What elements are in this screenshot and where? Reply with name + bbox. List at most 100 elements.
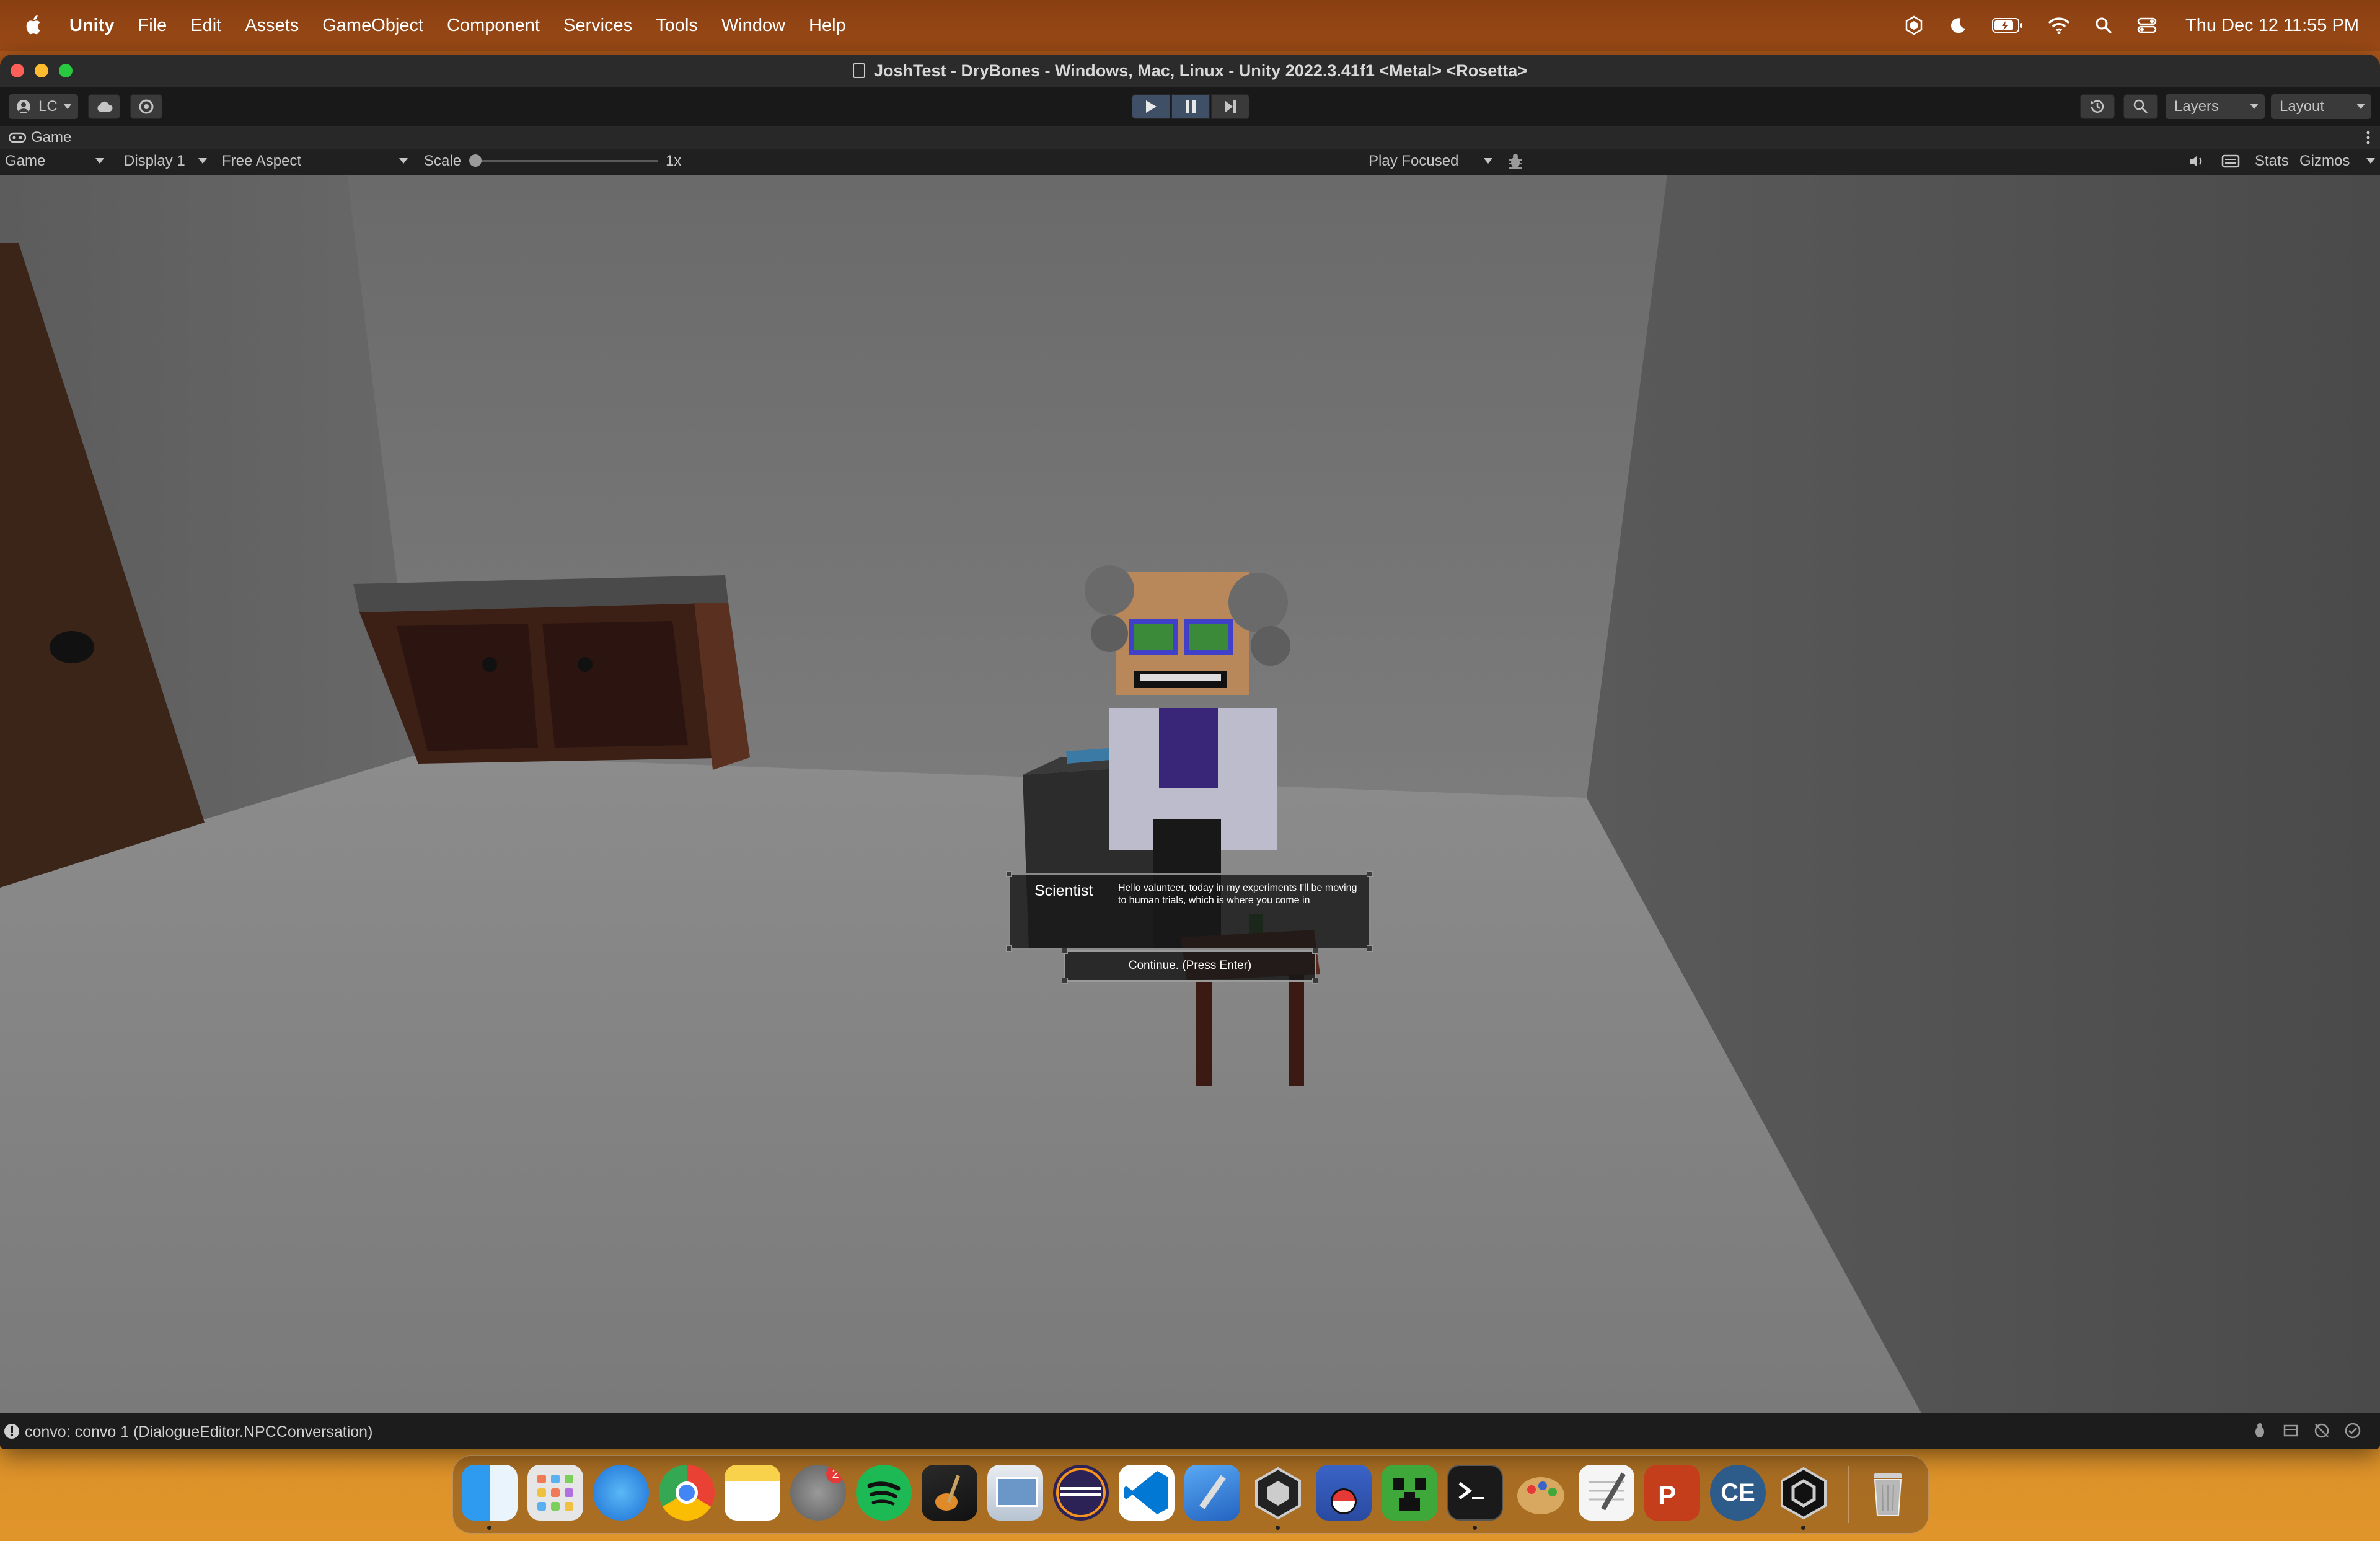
resize-handle[interactable] (1367, 871, 1373, 877)
control-center-icon[interactable] (2137, 17, 2157, 34)
status-tools (2251, 1422, 2361, 1439)
finder-icon[interactable] (462, 1465, 518, 1521)
display-dropdown[interactable]: Display 1 (124, 149, 213, 174)
resize-handle[interactable] (1367, 945, 1373, 952)
tab-game[interactable]: Game (9, 126, 71, 149)
account-dropdown[interactable]: LC (9, 94, 78, 119)
search-icon[interactable] (2095, 17, 2112, 34)
resize-handle[interactable] (1062, 978, 1068, 984)
account-label: LC (38, 98, 58, 115)
notification-badge: 2 (826, 1465, 845, 1483)
chevron-down-icon (1484, 158, 1492, 164)
menu-file[interactable]: File (138, 15, 167, 36)
continue-button[interactable]: Continue. (Press Enter) (1062, 948, 1318, 984)
window-titlebar[interactable]: JoshTest - DryBones - Windows, Mac, Linu… (0, 55, 2380, 87)
mute-audio-toggle[interactable] (2188, 154, 2205, 173)
cloud-button[interactable] (88, 94, 120, 119)
menu-tools[interactable]: Tools (656, 15, 698, 36)
search-button[interactable] (2123, 94, 2158, 119)
game-viewport[interactable]: Scientist Hello valunteer, today in my e… (0, 175, 2380, 1413)
menu-edit[interactable]: Edit (190, 15, 221, 36)
pokemon-icon[interactable] (1316, 1465, 1372, 1521)
cheat-engine-icon[interactable]: CE (1710, 1465, 1766, 1521)
console-status-bar[interactable]: convo: convo 1 (DialogueEditor.NPCConver… (0, 1413, 2380, 1449)
play-mode-label: Play Focused (1368, 152, 1459, 169)
history-icon (2091, 100, 2104, 113)
paintbrush-icon[interactable] (1513, 1465, 1569, 1521)
moon-icon[interactable] (1949, 16, 1967, 35)
view-mode-label: Game (5, 152, 46, 169)
resize-handle[interactable] (1312, 948, 1318, 954)
unity-icon[interactable] (1904, 15, 1924, 35)
unity-hub-icon[interactable] (1250, 1465, 1306, 1521)
check-icon[interactable] (2344, 1422, 2361, 1439)
wifi-icon[interactable] (2048, 17, 2070, 34)
game-tab-bar: Game (0, 126, 2380, 149)
unity-icon[interactable] (1776, 1465, 1831, 1521)
menubar-clock[interactable]: Thu Dec 12 11:55 PM (2185, 15, 2359, 36)
resize-handle[interactable] (1062, 948, 1068, 954)
terminal-icon[interactable] (1447, 1465, 1503, 1521)
layers-dropdown[interactable]: Layers (2166, 94, 2265, 119)
network-icon[interactable] (2313, 1422, 2330, 1439)
play-mode-dropdown[interactable]: Play Focused (1368, 149, 1499, 174)
cache-icon[interactable] (2282, 1422, 2299, 1439)
game-view-controls: Game Display 1 Free Aspect Scale 1x Play… (0, 149, 2380, 174)
scale-slider[interactable] (469, 154, 658, 167)
bug-toggle[interactable] (1506, 152, 1525, 174)
svg-text:P: P (1658, 1480, 1676, 1511)
chrome-icon[interactable] (659, 1465, 715, 1521)
close-window-button[interactable] (11, 64, 24, 77)
notes-icon[interactable] (725, 1465, 780, 1521)
undo-history-button[interactable] (2080, 94, 2115, 119)
textedit-icon[interactable] (1579, 1465, 1634, 1521)
gizmos-label: Gizmos (2299, 152, 2350, 169)
eclipse-icon[interactable] (1053, 1465, 1109, 1521)
chevron-down-icon (95, 158, 104, 164)
powerpoint-icon[interactable]: P (1644, 1465, 1700, 1521)
battery-icon[interactable] (1992, 17, 2023, 33)
tab-menu-button[interactable] (2366, 130, 2370, 149)
menu-component[interactable]: Component (447, 15, 540, 36)
cloud-icon (97, 101, 113, 112)
aspect-dropdown[interactable]: Free Aspect (222, 149, 414, 174)
collab-button[interactable] (130, 94, 162, 119)
menu-gameobject[interactable]: GameObject (322, 15, 423, 36)
stats-toggle[interactable]: Stats (2255, 149, 2289, 174)
running-indicator (1473, 1526, 1477, 1530)
minecraft-icon[interactable] (1382, 1465, 1437, 1521)
layout-dropdown[interactable]: Layout (2271, 94, 2371, 119)
menu-window[interactable]: Window (721, 15, 785, 36)
bug-icon[interactable] (2251, 1422, 2268, 1439)
resize-handle[interactable] (1006, 945, 1012, 952)
play-button[interactable] (1132, 94, 1170, 119)
xcode-icon[interactable] (1184, 1465, 1240, 1521)
launchpad-icon[interactable] (527, 1465, 583, 1521)
menu-help[interactable]: Help (809, 15, 846, 36)
menu-services[interactable]: Services (563, 15, 632, 36)
resize-handle[interactable] (1312, 978, 1318, 984)
pause-button[interactable] (1171, 94, 1210, 119)
maximize-window-button[interactable] (59, 64, 73, 77)
trash-icon[interactable] (1860, 1465, 1916, 1521)
apple-icon[interactable] (24, 14, 45, 37)
minimize-window-button[interactable] (35, 64, 48, 77)
running-indicator (487, 1526, 491, 1530)
menu-assets[interactable]: Assets (245, 15, 299, 36)
system-settings-icon[interactable]: 2 (790, 1465, 846, 1521)
step-button[interactable] (1211, 94, 1250, 119)
menu-app-name[interactable]: Unity (69, 15, 115, 36)
spotify-icon[interactable] (856, 1465, 912, 1521)
scale-slider-thumb[interactable] (469, 154, 482, 167)
safari-icon[interactable] (593, 1465, 649, 1521)
chevron-down-icon (399, 158, 408, 164)
view-mode-dropdown[interactable]: Game (5, 149, 110, 174)
preview-icon[interactable] (987, 1465, 1043, 1521)
shortcuts-toggle[interactable] (2221, 154, 2240, 173)
gamepad-icon (9, 132, 26, 143)
garageband-icon[interactable] (922, 1465, 977, 1521)
gizmos-dropdown[interactable]: Gizmos (2299, 149, 2375, 174)
vscode-icon[interactable] (1119, 1465, 1175, 1521)
dock-divider (1848, 1466, 1849, 1523)
resize-handle[interactable] (1006, 871, 1012, 877)
